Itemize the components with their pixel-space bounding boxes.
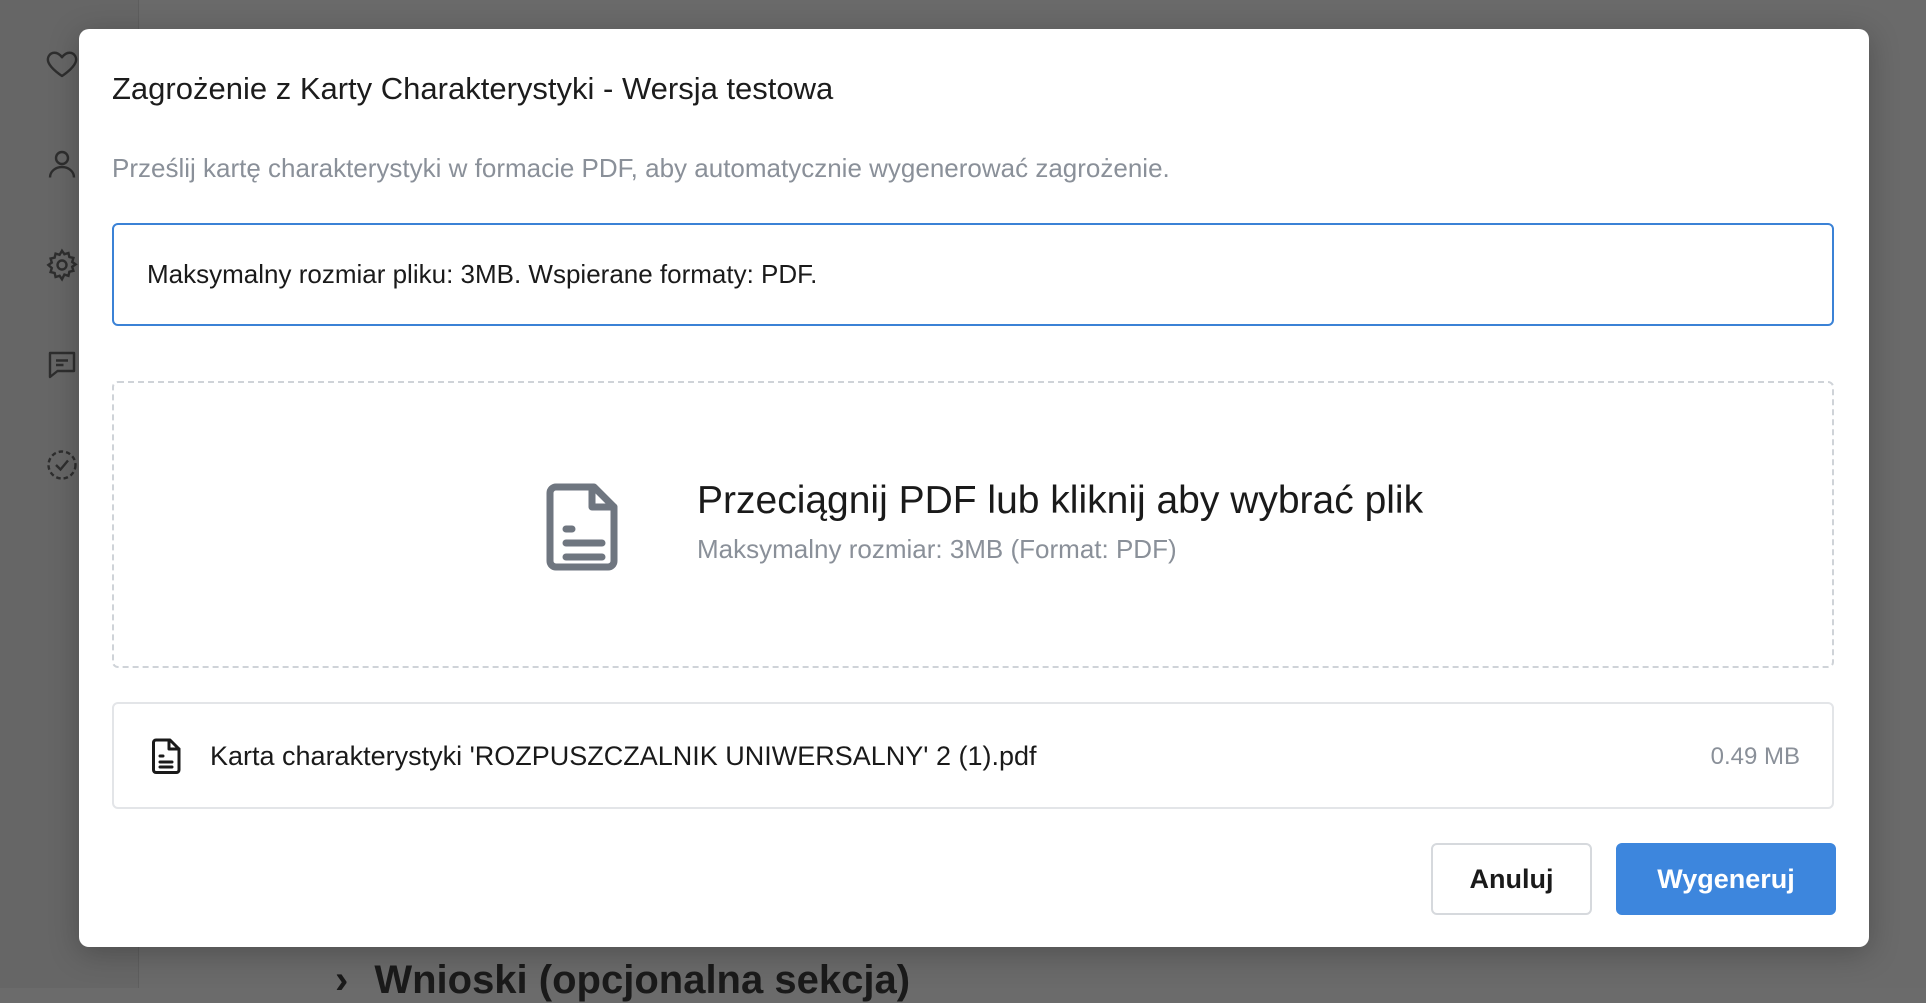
upload-dialog: Zagrożenie z Karty Charakterystyki - Wer… [79,29,1869,947]
check-circle-icon[interactable] [44,447,80,483]
gear-icon[interactable] [44,247,80,283]
cancel-button[interactable]: Anuluj [1431,843,1592,915]
pdf-dropzone[interactable]: Przeciągnij PDF lub kliknij aby wybrać p… [112,381,1834,668]
section-heading: › Wnioski (opcjonalna sekcja) [335,958,910,1003]
heart-icon[interactable] [44,46,80,82]
dropzone-subtitle: Maksymalny rozmiar: 3MB (Format: PDF) [697,534,1177,564]
file-name: Karta charakterystyki 'ROZPUSZCZALNIK UN… [210,741,1037,771]
chat-icon[interactable] [44,347,80,383]
info-alert: Maksymalny rozmiar pliku: 3MB. Wspierane… [112,223,1834,326]
section-heading-label: Wnioski (opcjonalna sekcja) [374,958,911,1002]
document-icon [544,481,626,571]
file-size: 0.49 MB [1710,743,1800,770]
info-text: Maksymalny rozmiar pliku: 3MB. Wspierane… [147,259,818,289]
generate-button[interactable]: Wygeneruj [1616,843,1836,915]
uploaded-file-item: Karta charakterystyki 'ROZPUSZCZALNIK UN… [112,702,1834,809]
user-icon[interactable] [44,146,80,182]
dialog-title: Zagrożenie z Karty Charakterystyki - Wer… [112,71,834,106]
chevron-right-icon: › [335,958,349,1002]
document-icon [150,738,182,774]
dropzone-title: Przeciągnij PDF lub kliknij aby wybrać p… [697,479,1424,522]
dialog-description: Prześlij kartę charakterystyki w formaci… [112,153,1170,183]
